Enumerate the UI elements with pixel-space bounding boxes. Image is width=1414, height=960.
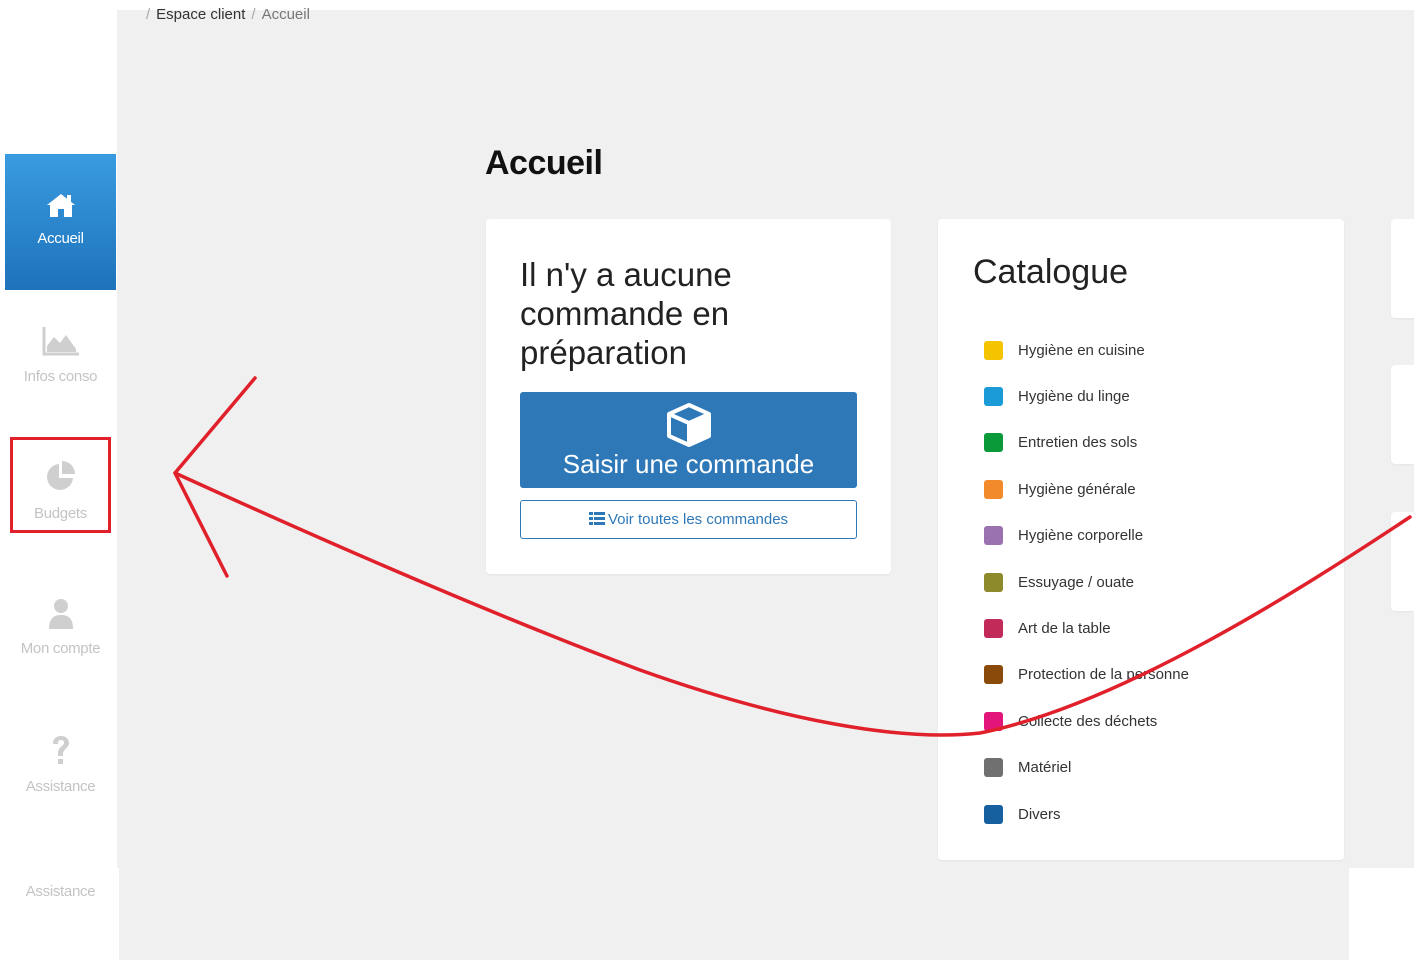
breadcrumb-separator: / (251, 6, 256, 23)
side-card (1391, 219, 1414, 318)
category-color-swatch (984, 758, 1003, 778)
catalog-item-label: Hygiène générale (1018, 480, 1136, 498)
catalog-item-label: Essuyage / ouate (1018, 573, 1134, 591)
question-icon (52, 736, 69, 764)
category-color-swatch (984, 711, 1003, 731)
catalog-item-label: Collecte des déchets (1018, 712, 1158, 730)
catalog-item[interactable]: Divers (984, 791, 1189, 837)
new-order-button[interactable]: Saisir une commande (520, 392, 857, 488)
catalog-item-label: Hygiène du linge (1018, 388, 1130, 406)
catalog-item-label: Hygiène en cuisine (1018, 341, 1145, 359)
view-all-orders-button[interactable]: Voir toutes les commandes (520, 500, 857, 539)
catalog-title: Catalogue (973, 253, 1129, 291)
catalog-item-label: Art de la table (1018, 620, 1111, 638)
catalog-card: Catalogue Hygiène en cuisine Hygiène du … (938, 219, 1344, 860)
catalog-list: Hygiène en cuisine Hygiène du linge Entr… (984, 327, 1189, 837)
sidebar-item-accueil[interactable]: Accueil (5, 154, 116, 290)
sidebar-item-label: Infos conso (23, 368, 98, 385)
footer-band (119, 868, 1349, 960)
category-color-swatch (984, 619, 1003, 639)
page-title: Accueil (485, 144, 603, 182)
side-card (1391, 512, 1414, 611)
catalog-item[interactable]: Protection de la personne (984, 652, 1189, 698)
category-color-swatch (984, 340, 1003, 360)
catalog-item-label: Protection de la personne (1018, 666, 1189, 684)
breadcrumb: / Espace client / Accueil (140, 6, 310, 23)
view-all-orders-label: Voir toutes les commandes (607, 511, 789, 528)
catalog-item[interactable]: Collecte des déchets (984, 698, 1189, 744)
catalog-item[interactable]: Hygiène générale (984, 466, 1189, 512)
catalog-item[interactable]: Hygiène corporelle (984, 513, 1189, 559)
list-icon (588, 511, 605, 525)
catalog-item[interactable]: Essuyage / ouate (984, 559, 1189, 605)
new-order-button-label: Saisir une commande (562, 449, 815, 479)
sidebar-item-label: Mon compte (20, 640, 101, 657)
catalog-item-label: Matériel (1018, 759, 1072, 777)
box-icon (666, 403, 711, 447)
sidebar-item-infos-conso[interactable]: Infos conso (5, 320, 116, 400)
sidebar-item-label: Accueil (37, 230, 84, 247)
home-icon (46, 194, 75, 217)
category-color-swatch (984, 433, 1003, 453)
user-icon (48, 599, 73, 629)
side-card (1391, 365, 1414, 464)
category-color-swatch (984, 479, 1003, 499)
catalog-item-label: Divers (1018, 805, 1061, 823)
category-color-swatch (984, 526, 1003, 546)
catalog-item-label: Entretien des sols (1018, 434, 1138, 452)
annotation-highlight-box (10, 437, 111, 533)
category-color-swatch (984, 387, 1003, 407)
catalog-item[interactable]: Matériel (984, 745, 1189, 791)
breadcrumb-item-current: Accueil (261, 6, 310, 23)
breadcrumb-item-espace-client[interactable]: Espace client (156, 6, 245, 23)
catalog-item[interactable]: Art de la table (984, 605, 1189, 651)
category-color-swatch (984, 572, 1003, 592)
sidebar-item-mon-compte[interactable]: Mon compte (5, 592, 116, 672)
catalog-item[interactable]: Entretien des sols (984, 420, 1189, 466)
sidebar-item-label: Assistance (25, 778, 96, 795)
orders-card: Il n'y a aucune commande en préparation … (486, 219, 891, 574)
sidebar-footer-label: Assistance (25, 883, 96, 900)
catalog-item[interactable]: Hygiène en cuisine (984, 327, 1189, 373)
catalog-item-label: Hygiène corporelle (1018, 527, 1144, 545)
catalog-item[interactable]: Hygiène du linge (984, 373, 1189, 419)
orders-empty-message: Il n'y a aucune commande en préparation (520, 256, 732, 371)
category-color-swatch (984, 804, 1003, 824)
sidebar-item-assistance[interactable]: Assistance (5, 730, 116, 810)
breadcrumb-separator: / (146, 6, 151, 23)
area-chart-icon (42, 327, 79, 356)
category-color-swatch (984, 665, 1003, 685)
sidebar-footer-assistance[interactable]: Assistance (5, 883, 116, 905)
